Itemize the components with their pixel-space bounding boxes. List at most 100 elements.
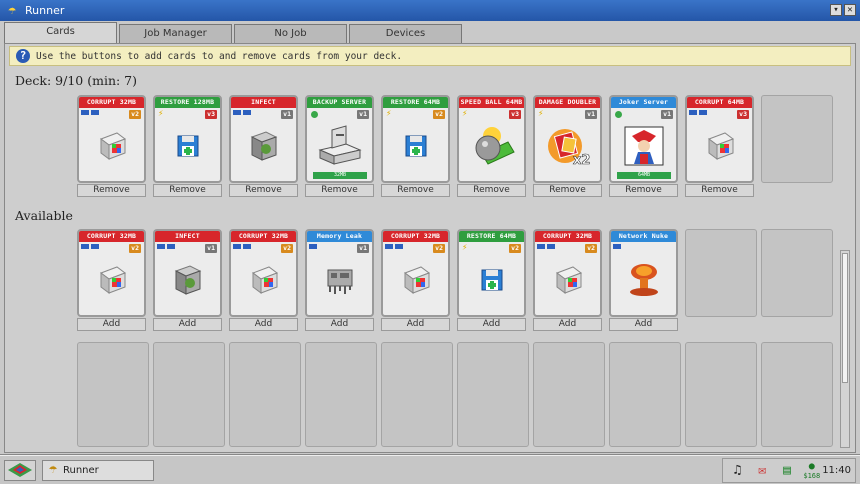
card-title: RESTORE 64MB — [383, 97, 448, 108]
window-title: Runner — [25, 4, 65, 17]
cost-pip — [243, 244, 251, 249]
music-icon[interactable]: ♫ — [727, 461, 748, 481]
joker-icon — [618, 122, 670, 170]
device-icon[interactable]: ▤ — [777, 461, 798, 481]
card-title: CORRUPT 32MB — [535, 231, 600, 242]
add-button[interactable]: Add — [381, 318, 450, 331]
help-icon: ? — [16, 49, 30, 63]
empty-available-slot — [609, 342, 681, 447]
remove-button[interactable]: Remove — [609, 184, 678, 197]
taskbar-runner-item[interactable]: ☂ Runner — [42, 460, 154, 481]
deck-card-slot: RESTORE 128MB ⚡ v3 Remove — [153, 95, 225, 197]
deck-card[interactable]: RESTORE 64MB ⚡ v2 — [381, 95, 450, 183]
card-cost-pips — [613, 244, 621, 249]
cost-pip — [81, 244, 89, 249]
remove-button[interactable]: Remove — [229, 184, 298, 197]
bolt-icon: ⚡ — [158, 109, 164, 119]
available-card[interactable]: CORRUPT 32MB v2 — [533, 229, 602, 317]
version-badge: v2 — [585, 244, 597, 253]
add-button[interactable]: Add — [77, 318, 146, 331]
tab-no-job[interactable]: No Job — [234, 24, 347, 44]
start-button[interactable] — [4, 460, 36, 481]
deck-card[interactable]: CORRUPT 32MB v2 — [77, 95, 146, 183]
card-title: CORRUPT 32MB — [79, 97, 144, 108]
bolt-icon: ⚡ — [538, 109, 544, 119]
available-card[interactable]: RESTORE 64MB ⚡ v2 — [457, 229, 526, 317]
scrollbar-thumb[interactable] — [842, 253, 848, 383]
wallet-icon[interactable]: ● $168 — [801, 461, 822, 481]
available-card[interactable]: INFECT v1 — [153, 229, 222, 317]
card-title: BACKUP SERVER — [307, 97, 372, 108]
tab-devices[interactable]: Devices — [349, 24, 462, 44]
close-button[interactable]: ✕ — [844, 4, 856, 16]
corrupt-icon — [390, 256, 442, 304]
remove-button[interactable]: Remove — [533, 184, 602, 197]
tab-cards[interactable]: Cards — [4, 22, 117, 44]
minimize-button[interactable]: ▾ — [830, 4, 842, 16]
tab-job-manager[interactable]: Job Manager — [119, 24, 232, 44]
available-empty-row — [77, 342, 837, 447]
deck-card[interactable]: CORRUPT 64MB v3 — [685, 95, 754, 183]
available-card[interactable]: Network Nuke — [609, 229, 678, 317]
available-card-slot: CORRUPT 32MB v2 Add — [533, 229, 605, 331]
info-text: Use the buttons to add cards to and remo… — [36, 50, 403, 62]
version-badge: v2 — [433, 244, 445, 253]
cost-pip — [157, 244, 165, 249]
add-button[interactable]: Add — [153, 318, 222, 331]
remove-button[interactable]: Remove — [153, 184, 222, 197]
available-card[interactable]: CORRUPT 32MB v2 — [381, 229, 450, 317]
remove-button[interactable]: Remove — [381, 184, 450, 197]
remove-button[interactable]: Remove — [305, 184, 374, 197]
deck-row: CORRUPT 32MB v2 Remove RESTORE 128MB ⚡ v3 Remo… — [77, 95, 837, 197]
available-title: Available — [15, 208, 73, 223]
card-cost-pips — [537, 244, 555, 249]
empty-deck-slot — [761, 95, 833, 183]
card-title: DAMAGE DOUBLER — [535, 97, 600, 108]
version-badge: v1 — [585, 110, 597, 119]
deck-card[interactable]: BACKUP SERVER v1 32MB — [305, 95, 374, 183]
chat-icon[interactable]: ✉ — [752, 461, 773, 481]
taskbar: ☂ Runner ♫ ✉ ▤ ● $168 11:40 — [0, 455, 860, 484]
add-button[interactable]: Add — [533, 318, 602, 331]
available-card[interactable]: CORRUPT 32MB v2 — [229, 229, 298, 317]
deck-card[interactable]: SPEED BALL 64MB ⚡ v3 — [457, 95, 526, 183]
money-amount: $168 — [803, 471, 821, 480]
available-card[interactable]: CORRUPT 32MB v2 — [77, 229, 146, 317]
deck-card[interactable]: Joker Server v1 64MB — [609, 95, 678, 183]
available-card-slot: CORRUPT 32MB v2 Add — [381, 229, 453, 331]
infect-icon — [162, 256, 214, 304]
deck-card-slot: RESTORE 64MB ⚡ v2 Remove — [381, 95, 453, 197]
deck-card[interactable]: RESTORE 128MB ⚡ v3 — [153, 95, 222, 183]
deck-card[interactable]: DAMAGE DOUBLER ⚡ v1 x2 — [533, 95, 602, 183]
system-tray: ♫ ✉ ▤ ● $168 11:40 — [722, 458, 856, 483]
add-button[interactable]: Add — [305, 318, 374, 331]
remove-button[interactable]: Remove — [457, 184, 526, 197]
add-button[interactable]: Add — [457, 318, 526, 331]
available-card-slot: CORRUPT 32MB v2 Add — [77, 229, 149, 331]
deck-card-slot: DAMAGE DOUBLER ⚡ v1 x2 Remove — [533, 95, 605, 197]
deck-card[interactable]: INFECT v1 — [229, 95, 298, 183]
add-button[interactable]: Add — [609, 318, 678, 331]
card-title: INFECT — [231, 97, 296, 108]
remove-button[interactable]: Remove — [685, 184, 754, 197]
add-button[interactable]: Add — [229, 318, 298, 331]
deck-card-slot: INFECT v1 Remove — [229, 95, 301, 197]
card-title: CORRUPT 32MB — [231, 231, 296, 242]
runner-app-icon: ☂ — [8, 2, 16, 18]
runner-task-icon: ☂ — [48, 465, 58, 476]
corrupt-icon — [86, 256, 138, 304]
available-card[interactable]: Memory Leak v1 — [305, 229, 374, 317]
cost-pip — [91, 110, 99, 115]
card-memory-label: 64MB — [617, 172, 671, 179]
empty-available-slot — [229, 342, 301, 447]
cost-pip — [91, 244, 99, 249]
card-title: CORRUPT 32MB — [79, 231, 144, 242]
cost-pip — [395, 244, 403, 249]
version-badge: v1 — [661, 110, 673, 119]
available-scrollbar[interactable] — [840, 250, 850, 448]
version-badge: v2 — [129, 110, 141, 119]
window-titlebar: ☂ Runner ▾ ✕ — [0, 0, 860, 21]
restore-icon — [390, 122, 442, 170]
bolt-icon: ⚡ — [462, 109, 468, 119]
remove-button[interactable]: Remove — [77, 184, 146, 197]
